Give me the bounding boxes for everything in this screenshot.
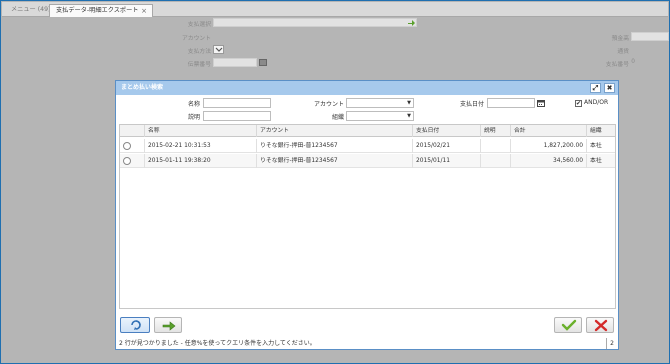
row-select-cell xyxy=(120,154,145,168)
description-input[interactable] xyxy=(203,111,271,121)
payment-method-dropdown[interactable] xyxy=(213,45,224,54)
column-header-description[interactable]: 説明 xyxy=(481,125,511,137)
zoom-icon[interactable] xyxy=(407,19,416,27)
checking-label: 預金高 xyxy=(611,36,629,42)
app-window: メニュー (49) 支払データ-明細エクスポート × 支払選択 アカウント 支払… xyxy=(0,0,670,364)
tab-payment-export[interactable]: 支払データ-明細エクスポート × xyxy=(49,4,153,17)
chevron-down-icon xyxy=(215,47,223,52)
tab-bar: メニュー (49) 支払データ-明細エクスポート × xyxy=(2,2,668,17)
pay-date-input[interactable] xyxy=(487,98,535,108)
table-header: 名称 アカウント 支払日付 説明 合計 組織 xyxy=(120,125,615,137)
cell-org: 本社 xyxy=(590,143,602,149)
account-search-label: アカウント xyxy=(313,101,344,108)
refresh-icon xyxy=(131,320,141,330)
payment-no-label: 支払番号 xyxy=(605,62,629,68)
and-or-checkbox[interactable]: ✔ xyxy=(575,100,582,107)
org-dropdown[interactable]: ▼ xyxy=(346,111,414,121)
table-row[interactable]: 2015-02-21 10:31:53 りそな銀行-押田-普1234567 20… xyxy=(120,139,615,153)
table-row[interactable]: 2015-01-11 19:38:20 りそな銀行-押田-普1234567 20… xyxy=(120,154,615,168)
cell-description xyxy=(481,154,511,168)
close-icon[interactable]: × xyxy=(141,5,147,17)
row-radio[interactable] xyxy=(123,157,131,165)
cell-description xyxy=(481,139,511,153)
search-dialog: まとめ払い検索 ⤢ ✖ 名称 アカウント ▼ 支払日付 ✔ AND/OR 説明 … xyxy=(115,80,619,350)
org-label: 組織 xyxy=(331,114,344,121)
cell-name: 2015-02-21 10:31:53 xyxy=(145,139,257,153)
checking-field xyxy=(631,32,669,41)
row-count: 2 xyxy=(606,338,614,349)
tab-label: 支払データ-明細エクスポート xyxy=(56,7,139,14)
account-label: アカウント xyxy=(182,36,211,42)
payment-no-value: 0 xyxy=(631,59,635,65)
name-label: 名称 xyxy=(187,101,200,108)
column-header-pay-date[interactable]: 支払日付 xyxy=(413,125,481,137)
cell-org: 本社 xyxy=(590,158,602,164)
cancel-button[interactable] xyxy=(586,317,614,333)
zoom-across-button[interactable] xyxy=(154,317,182,333)
currency-label: 通貨 xyxy=(617,49,629,55)
column-header-name[interactable]: 名称 xyxy=(145,125,257,137)
ok-icon xyxy=(561,319,577,331)
cell-name: 2015-01-11 19:38:20 xyxy=(145,154,257,168)
select-column-header xyxy=(120,125,145,137)
slip-no-label: 伝票番号 xyxy=(187,62,211,68)
name-input[interactable] xyxy=(203,98,271,108)
payment-select-field[interactable] xyxy=(213,18,417,27)
cancel-icon xyxy=(594,319,608,332)
description-label: 説明 xyxy=(187,114,200,121)
column-header-total[interactable]: 合計 xyxy=(511,125,587,137)
account-dropdown[interactable]: ▼ xyxy=(346,98,414,108)
cell-pay-date: 2015/01/11 xyxy=(413,154,481,168)
ok-button[interactable] xyxy=(554,317,582,333)
row-radio[interactable] xyxy=(123,142,131,150)
calendar-icon[interactable] xyxy=(537,99,545,107)
payment-select-label: 支払選択 xyxy=(187,22,211,28)
refresh-button[interactable] xyxy=(120,317,150,333)
cell-total: 34,560.00 xyxy=(511,154,587,168)
status-text: 2 行が見つかりました - 任意%を使ってクエリ条件を入力してください。 xyxy=(119,340,316,347)
results-table: 名称 アカウント 支払日付 説明 合計 組織 2015-02-21 10:31:… xyxy=(119,124,616,309)
chevron-down-icon: ▼ xyxy=(407,113,411,119)
maximize-icon[interactable]: ⤢ xyxy=(590,83,601,93)
cell-pay-date: 2015/02/21 xyxy=(413,139,481,153)
chevron-down-icon: ▼ xyxy=(407,100,411,106)
payment-method-label: 支払方法 xyxy=(187,49,211,55)
dialog-title: まとめ払い検索 xyxy=(116,81,618,95)
cell-account: りそな銀行-押田-普1234567 xyxy=(257,154,413,168)
cell-account: りそな銀行-押田-普1234567 xyxy=(257,139,413,153)
dialog-footer xyxy=(116,311,618,337)
slip-no-field[interactable] xyxy=(213,58,257,67)
column-header-org[interactable]: 組織 xyxy=(587,125,617,137)
status-bar: 2 行が見つかりました - 任意%を使ってクエリ条件を入力してください。 2 xyxy=(119,338,616,349)
cell-total: 1,827,200.00 xyxy=(511,139,587,153)
pay-date-label: 支払日付 xyxy=(459,101,484,108)
calendar-icon[interactable] xyxy=(259,59,267,66)
zoom-across-icon xyxy=(162,321,176,331)
row-select-cell xyxy=(120,139,145,153)
close-icon[interactable]: ✖ xyxy=(604,83,615,93)
column-header-account[interactable]: アカウント xyxy=(257,125,413,137)
and-or-label: AND/OR xyxy=(584,99,609,106)
